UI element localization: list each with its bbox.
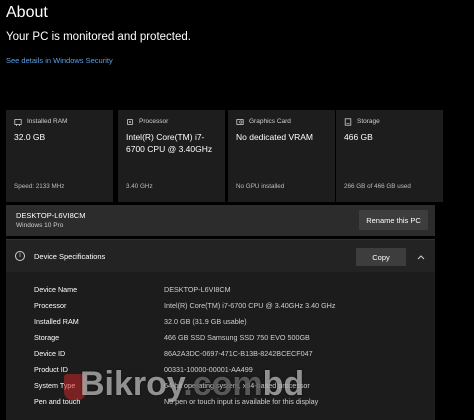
spec-key: Device Name xyxy=(34,285,78,294)
spec-key: Installed RAM xyxy=(34,317,79,326)
ram-card: Installed RAM 32.0 GB Speed: 2133 MHz xyxy=(6,110,113,202)
spec-value: 86A2A3DC-0697-471C-B13B-8242BCECF047 xyxy=(164,349,313,358)
spec-value: 466 GB SSD Samsung SSD 750 EVO 500GB xyxy=(164,333,310,342)
card-value: Intel(R) Core(TM) i7-6700 CPU @ 3.40GHz xyxy=(126,132,213,154)
card-subtext: 3.40 GHz xyxy=(126,183,153,190)
windows-edition: Windows 10 Pro xyxy=(16,222,64,229)
card-label: Processor xyxy=(139,118,169,125)
card-label: Storage xyxy=(357,118,380,125)
card-subtext: 266 GB of 466 GB used xyxy=(344,183,411,190)
card-subtext: No GPU installed xyxy=(236,183,285,190)
chevron-up-icon[interactable] xyxy=(416,252,426,262)
pc-name: DESKTOP-L6VI8CM xyxy=(16,211,86,220)
spec-value: DESKTOP-L6VI8CM xyxy=(164,285,231,294)
processor-card: Processor Intel(R) Core(TM) i7-6700 CPU … xyxy=(118,110,225,202)
graphics-card-icon xyxy=(236,119,244,125)
watermark-tld: bd xyxy=(262,365,305,403)
storage-card: Storage 466 GB 266 GB of 466 GB used xyxy=(336,110,443,202)
spec-key: Storage xyxy=(34,333,60,342)
spec-key: Processor xyxy=(34,301,67,310)
card-subtext: Speed: 2133 MHz xyxy=(14,183,65,190)
card-value: No dedicated VRAM xyxy=(236,132,314,142)
storage-icon xyxy=(344,118,352,126)
watermark-text: Bikroy xyxy=(80,365,184,403)
protection-status: Your PC is monitored and protected. xyxy=(6,31,191,43)
rename-pc-button[interactable]: Rename this PC xyxy=(359,210,428,230)
spec-key: Product ID xyxy=(34,365,68,374)
spec-value: 32.0 GB (31.9 GB usable) xyxy=(164,317,247,326)
specs-header[interactable]: i Device Specifications Copy xyxy=(6,239,435,272)
copy-button[interactable]: Copy xyxy=(356,248,406,266)
security-details-link[interactable]: See details in Windows Security xyxy=(6,56,113,65)
card-label: Graphics Card xyxy=(249,118,291,125)
watermark: Bikroy.combd xyxy=(80,365,304,404)
spec-value: Intel(R) Core(TM) i7-6700 CPU @ 3.40GHz … xyxy=(164,301,336,310)
ram-chip-icon xyxy=(14,119,22,126)
watermark-suffix: .com xyxy=(183,365,263,403)
spec-key: Device ID xyxy=(34,349,66,358)
card-label: Installed RAM xyxy=(27,118,68,125)
device-name-bar: DESKTOP-L6VI8CM Windows 10 Pro Rename th… xyxy=(6,205,435,236)
graphics-card: Graphics Card No dedicated VRAM No GPU i… xyxy=(228,110,335,202)
page-title: About xyxy=(6,4,48,21)
specs-title: Device Specifications xyxy=(34,252,106,261)
card-value: 32.0 GB xyxy=(14,132,46,142)
card-value: 466 GB xyxy=(344,132,373,142)
processor-icon xyxy=(127,119,133,125)
info-icon: i xyxy=(15,251,25,261)
